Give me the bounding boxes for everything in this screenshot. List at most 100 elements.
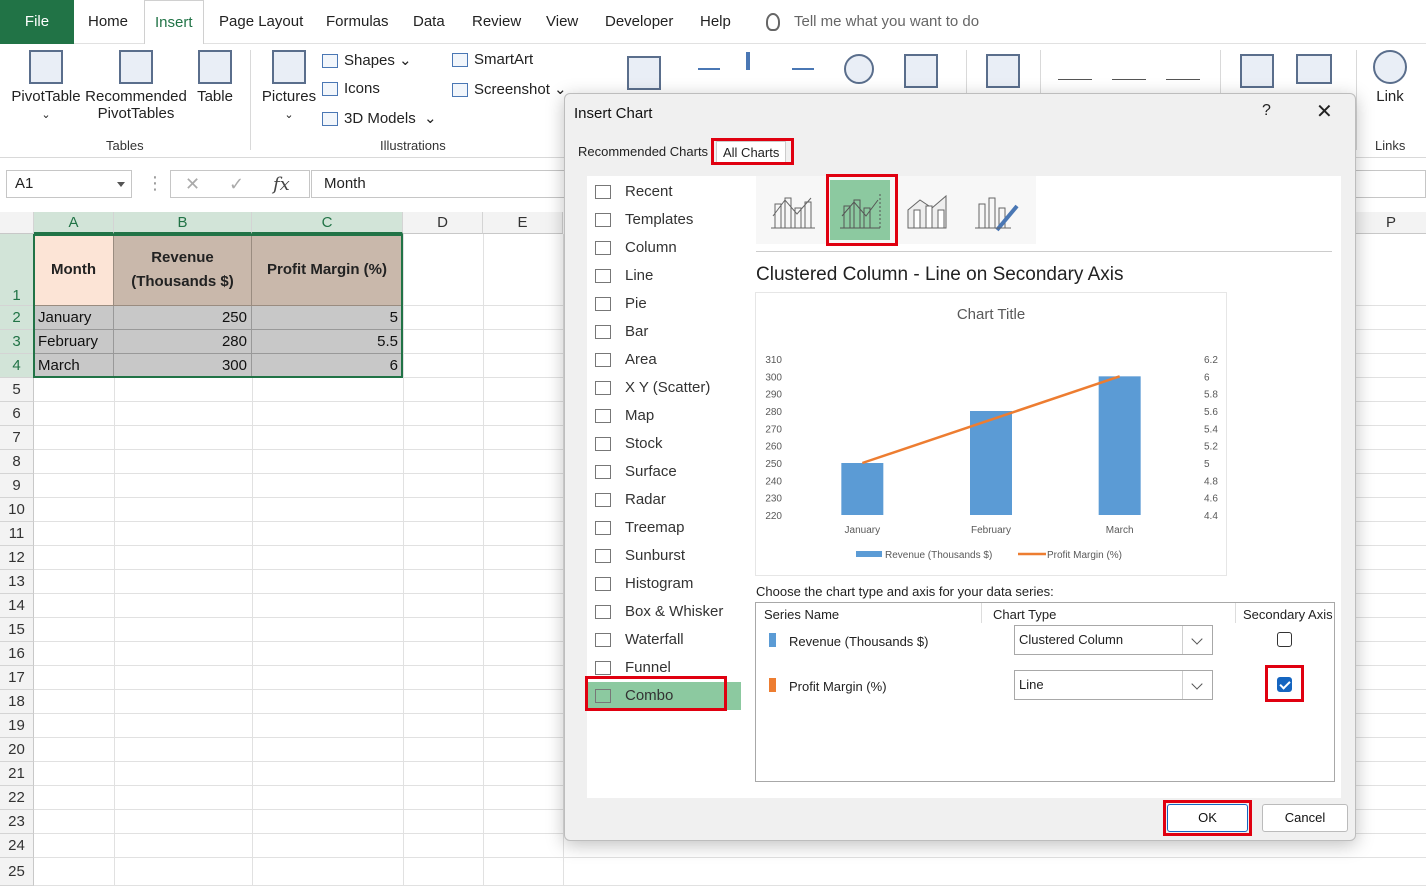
row-header[interactable]: 14: [0, 594, 34, 618]
chart-type-surface[interactable]: Surface: [587, 458, 743, 486]
tab-home[interactable]: Home: [88, 0, 128, 44]
sparkline-winloss-button[interactable]: [1166, 58, 1202, 86]
3d-models-button[interactable]: 3D Models ⌄: [322, 109, 437, 127]
row-header[interactable]: 20: [0, 738, 34, 762]
row-header[interactable]: 12: [0, 546, 34, 570]
chart-type-radar[interactable]: Radar: [587, 486, 743, 514]
table-button[interactable]: Table: [192, 50, 238, 105]
row-header[interactable]: 17: [0, 666, 34, 690]
screenshot-button[interactable]: Screenshot ⌄: [452, 80, 567, 98]
row-header[interactable]: 13: [0, 570, 34, 594]
sparkline-winloss-icon: [1166, 58, 1200, 80]
maps-button[interactable]: [842, 54, 876, 88]
pictures-icon: [272, 50, 306, 84]
row-header[interactable]: 15: [0, 618, 34, 642]
row-header[interactable]: 3: [0, 330, 34, 354]
help-button[interactable]: ?: [1262, 102, 1271, 120]
row-header[interactable]: 9: [0, 474, 34, 498]
tab-view[interactable]: View: [546, 0, 578, 44]
icons-button[interactable]: Icons: [322, 80, 380, 97]
3d-map-button[interactable]: [984, 54, 1022, 92]
row-header[interactable]: 23: [0, 810, 34, 834]
tab-help[interactable]: Help: [700, 0, 731, 44]
subtype-custom-combination[interactable]: [967, 180, 1027, 240]
chart-type-map[interactable]: Map: [587, 402, 743, 430]
legend-swatch-revenue: [856, 551, 882, 557]
chart-type-waterfall[interactable]: Waterfall: [587, 626, 743, 654]
row-header[interactable]: 21: [0, 762, 34, 786]
timeline-button[interactable]: [1294, 54, 1334, 92]
secondary-axis-checkbox-revenue[interactable]: [1277, 632, 1292, 647]
chart-type-box-whisker[interactable]: Box & Whisker: [587, 598, 743, 626]
chart-type-templates[interactable]: Templates: [587, 206, 743, 234]
row-header[interactable]: 24: [0, 834, 34, 858]
chart-preview-pane: Clustered Column - Line on Secondary Axi…: [741, 174, 1341, 798]
row-header[interactable]: 5: [0, 378, 34, 402]
tab-recommended-charts[interactable]: Recommended Charts: [578, 144, 708, 159]
tell-me-search[interactable]: Tell me what you want to do: [766, 0, 979, 44]
slicer-button[interactable]: [1238, 54, 1276, 92]
pivottable-button[interactable]: PivotTable ⌄: [10, 50, 82, 122]
row-header[interactable]: 25: [0, 858, 34, 886]
pivotchart-button[interactable]: [900, 54, 942, 92]
insert-function-icon[interactable]: fx: [273, 174, 290, 195]
chart-type-recent[interactable]: Recent: [587, 178, 743, 206]
tab-file[interactable]: File: [0, 0, 74, 44]
chart-type-select-revenue[interactable]: Clustered Column: [1014, 625, 1213, 655]
chart-type-select-margin[interactable]: Line: [1014, 670, 1213, 700]
link-button[interactable]: Link: [1368, 50, 1412, 105]
row-header[interactable]: 2: [0, 306, 34, 330]
chart-type-histogram[interactable]: Histogram: [587, 570, 743, 598]
column-header-b[interactable]: B: [114, 212, 252, 234]
chart-type-treemap[interactable]: Treemap: [587, 514, 743, 542]
chart-type-column[interactable]: Column: [587, 234, 743, 262]
chart-type-line[interactable]: Line: [587, 262, 743, 290]
cancel-icon[interactable]: ✕: [185, 174, 200, 195]
chart-type-area[interactable]: Area: [587, 346, 743, 374]
sparkline-column-button[interactable]: [1112, 58, 1148, 86]
tab-data[interactable]: Data: [413, 0, 445, 44]
row-header[interactable]: 8: [0, 450, 34, 474]
chart-type-pie[interactable]: Pie: [587, 290, 743, 318]
screenshot-icon: [452, 83, 468, 98]
tab-insert[interactable]: Insert: [144, 0, 204, 45]
recommended-pivottables-button[interactable]: Recommended PivotTables: [84, 50, 188, 122]
row-header[interactable]: 10: [0, 498, 34, 522]
column-header-c[interactable]: C: [252, 212, 403, 234]
chart-type-sunburst[interactable]: Sunburst: [587, 542, 743, 570]
column-header-e[interactable]: E: [483, 212, 563, 234]
enter-icon[interactable]: ✓: [229, 174, 244, 195]
subtype-clustered-column-line[interactable]: [763, 180, 823, 240]
sparkline-line-button[interactable]: [1058, 58, 1094, 86]
chart-type-buttons[interactable]: [698, 50, 818, 94]
tab-page-layout[interactable]: Page Layout: [219, 0, 303, 44]
row-header[interactable]: 16: [0, 642, 34, 666]
name-box[interactable]: A1: [6, 170, 132, 198]
row-header[interactable]: 7: [0, 426, 34, 450]
row-header[interactable]: 1: [0, 234, 34, 306]
column-header-p[interactable]: P: [1356, 212, 1426, 234]
row-header[interactable]: 4: [0, 354, 34, 378]
chart-type-stock[interactable]: Stock: [587, 430, 743, 458]
row-header[interactable]: 6: [0, 402, 34, 426]
column-header-a[interactable]: A: [34, 212, 114, 234]
column-header-d[interactable]: D: [403, 212, 483, 234]
row-header[interactable]: 19: [0, 714, 34, 738]
close-icon[interactable]: ✕: [1316, 99, 1333, 124]
row-header[interactable]: 22: [0, 786, 34, 810]
chart-type-bar[interactable]: Bar: [587, 318, 743, 346]
recommended-charts-button[interactable]: [624, 56, 664, 94]
tab-review[interactable]: Review: [472, 0, 521, 44]
row-header[interactable]: 11: [0, 522, 34, 546]
tab-formulas[interactable]: Formulas: [326, 0, 389, 44]
pictures-button[interactable]: Pictures ⌄: [260, 50, 318, 122]
subtype-stacked-area-column[interactable]: [898, 180, 958, 240]
recommended-pivottables-icon: [119, 50, 153, 84]
cancel-button[interactable]: Cancel: [1262, 804, 1348, 832]
smartart-button[interactable]: SmartArt: [452, 51, 533, 68]
chart-type-x-y-scatter-[interactable]: X Y (Scatter): [587, 374, 743, 402]
select-all-corner[interactable]: [0, 212, 34, 234]
shapes-button[interactable]: Shapes ⌄: [322, 51, 412, 69]
tab-developer[interactable]: Developer: [605, 0, 673, 44]
row-header[interactable]: 18: [0, 690, 34, 714]
